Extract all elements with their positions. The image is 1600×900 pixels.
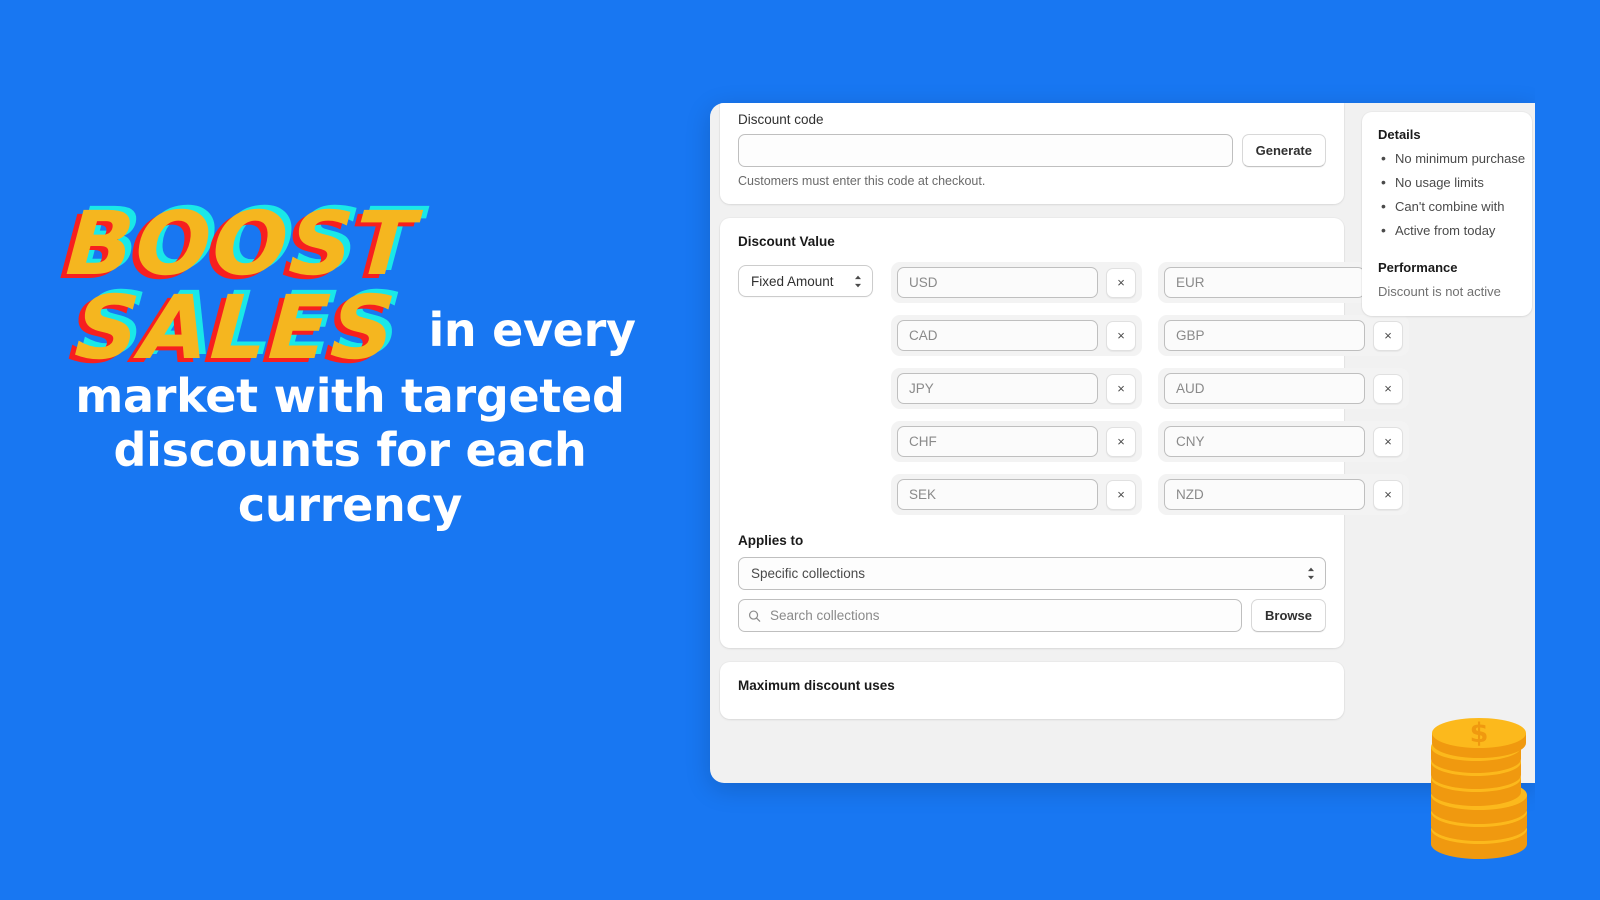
- maximum-discount-uses-title: Maximum discount uses: [738, 678, 895, 693]
- currency-amount-input-cad[interactable]: [897, 320, 1098, 351]
- coin-stack-icon: $: [1424, 716, 1534, 866]
- promo-headline-line3: discounts for each: [113, 423, 587, 478]
- discount-value-title: Discount Value: [738, 234, 835, 249]
- currency-amount-input-gbp[interactable]: [1164, 320, 1365, 351]
- applies-to-label: Applies to: [738, 533, 804, 548]
- promo-headline-inline: in every: [428, 302, 636, 357]
- currency-amount-input-eur[interactable]: [1164, 267, 1365, 298]
- generate-button[interactable]: Generate: [1241, 134, 1326, 167]
- currency-amount-input-jpy[interactable]: [897, 373, 1098, 404]
- browse-button[interactable]: Browse: [1251, 599, 1326, 632]
- discount-type-select[interactable]: Fixed Amount: [738, 265, 873, 297]
- currency-row: ×: [891, 474, 1142, 515]
- currency-amount-input-cny[interactable]: [1164, 426, 1365, 457]
- currency-amount-input-usd[interactable]: [897, 267, 1098, 298]
- promo-kicker: BOOST SALES: [58, 192, 421, 379]
- maximum-discount-uses-card: Maximum discount uses: [720, 662, 1344, 719]
- remove-currency-sek-button[interactable]: ×: [1106, 479, 1136, 510]
- discount-code-label: Discount code: [738, 112, 824, 127]
- list-item: Active from today: [1378, 222, 1516, 238]
- chevron-updown-icon: [1306, 566, 1316, 582]
- list-item: No usage limits: [1378, 174, 1516, 190]
- search-collections-input[interactable]: [738, 599, 1243, 632]
- background-right-mask: [1535, 0, 1600, 900]
- list-item: No minimum purchase: [1378, 150, 1525, 166]
- currency-amount-input-chf[interactable]: [897, 426, 1098, 457]
- details-heading: Details: [1378, 127, 1421, 142]
- promo-headline: BOOST SALES in every market with targete…: [0, 192, 700, 532]
- list-item: Can't combine with: [1378, 198, 1516, 214]
- currency-row: ×: [891, 262, 1142, 303]
- performance-text: Discount is not active: [1378, 284, 1501, 299]
- currency-amount-input-sek[interactable]: [897, 479, 1098, 510]
- side-column: Details No minimum purchase No usage lim…: [1362, 103, 1532, 783]
- remove-currency-jpy-button[interactable]: ×: [1106, 373, 1136, 404]
- discount-code-input[interactable]: [738, 134, 1233, 167]
- remove-currency-chf-button[interactable]: ×: [1106, 426, 1136, 457]
- chevron-updown-icon: [853, 273, 863, 289]
- discount-type-value: Fixed Amount: [751, 273, 834, 289]
- applies-to-select[interactable]: Specific collections: [738, 557, 1326, 590]
- applies-to-value: Specific collections: [751, 566, 866, 581]
- app-window: Discount code Generate Customers must en…: [710, 103, 1535, 783]
- currency-grid: × × × ×: [891, 262, 1409, 527]
- performance-heading: Performance: [1378, 260, 1458, 275]
- currency-amount-input-aud[interactable]: [1164, 373, 1365, 404]
- main-column: Discount code Generate Customers must en…: [720, 103, 1409, 783]
- currency-row: ×: [891, 368, 1142, 409]
- discount-code-card: Discount code Generate Customers must en…: [720, 103, 1344, 204]
- currency-row: ×: [891, 421, 1142, 462]
- coin-dollar-symbol: $: [1470, 718, 1489, 749]
- promo-kicker-line2: SALES: [72, 275, 401, 379]
- discount-value-card: Discount Value Fixed Amount USD × CAD × …: [720, 218, 1409, 648]
- currency-row: ×: [891, 315, 1142, 356]
- details-list: No minimum purchase No usage limits Can'…: [1378, 150, 1525, 238]
- promo-headline-line4: currency: [237, 477, 463, 532]
- promo-block: BOOST SALES in every market with targete…: [0, 192, 700, 532]
- promo-kicker-line1: BOOST: [63, 192, 421, 295]
- currency-amount-input-nzd[interactable]: [1164, 479, 1365, 510]
- remove-currency-cad-button[interactable]: ×: [1106, 320, 1136, 351]
- details-performance-card: Details No minimum purchase No usage lim…: [1362, 112, 1532, 316]
- discount-code-helper: Customers must enter this code at checko…: [738, 174, 986, 188]
- remove-currency-usd-button[interactable]: ×: [1106, 267, 1136, 298]
- currency-column-left: × × × ×: [891, 262, 1142, 527]
